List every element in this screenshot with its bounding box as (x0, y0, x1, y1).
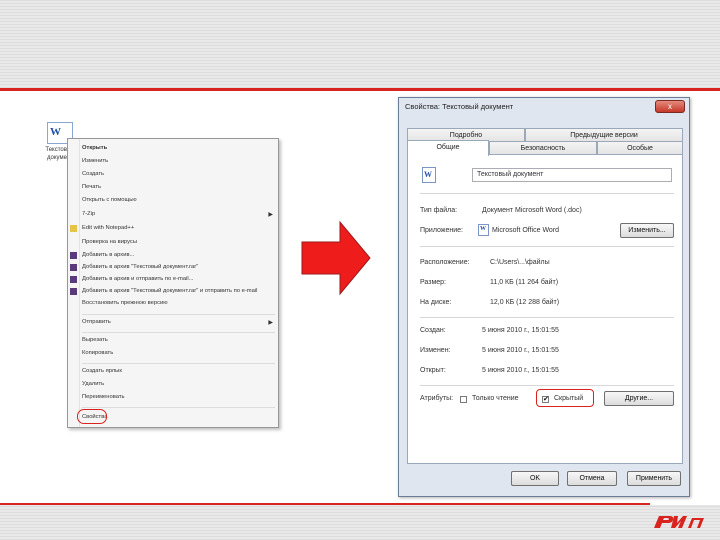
location-label: Расположение: (420, 259, 470, 266)
readonly-label: Только чтение (472, 395, 519, 402)
tab-custom[interactable]: Особые (597, 141, 683, 155)
apply-button[interactable]: Применить (627, 471, 681, 486)
tab-previous-versions[interactable]: Предыдущие версии (525, 128, 683, 142)
dialog-title: Свойства: Текстовый документ (405, 102, 514, 111)
file-name-input[interactable]: Текстовый документ (472, 168, 672, 182)
menu-item-virus-scan[interactable]: Проверка на вирусы (82, 239, 137, 245)
attributes-label: Атрибуты: (420, 395, 454, 402)
menu-item-rename[interactable]: Переименовать (82, 394, 125, 400)
submenu-arrow-icon: ▶ (268, 320, 273, 326)
menu-item-send-to[interactable]: Отправить (82, 319, 111, 325)
menu-separator (82, 363, 275, 364)
menu-item-cut[interactable]: Вырезать (82, 337, 108, 343)
winrar-icon (70, 288, 77, 295)
menu-separator (82, 332, 275, 333)
menu-item-add-archive-named[interactable]: Добавить в архив "Текстовый документ.rar… (82, 264, 198, 270)
readonly-checkbox[interactable] (460, 396, 467, 403)
winrar-icon (70, 264, 77, 271)
size-label: Размер: (420, 279, 447, 286)
close-button[interactable]: x (655, 100, 685, 113)
menu-separator (82, 314, 275, 315)
menu-item-restore-version[interactable]: Восстановить прежнюю версию (82, 300, 168, 306)
hidden-label: Скрытый (554, 395, 584, 402)
hidden-checkbox[interactable]: ✔ (542, 396, 549, 403)
menu-item-edit[interactable]: Изменить (82, 158, 108, 164)
menu-item-copy[interactable]: Копировать (82, 350, 113, 356)
divider (420, 317, 674, 318)
slide-top-rule (0, 88, 720, 91)
type-value: Документ Microsoft Word (.doc) (482, 207, 582, 214)
red-arrow-icon (301, 220, 371, 296)
divider (420, 246, 674, 247)
menu-item-add-archive[interactable]: Добавить в архив... (82, 252, 134, 258)
app-label: Приложение: (420, 227, 464, 234)
menu-item-create-shortcut[interactable]: Создать ярлык (82, 368, 122, 374)
slide-top-band (0, 0, 720, 88)
menu-item-open[interactable]: Открыть (82, 145, 107, 151)
submenu-arrow-icon: ▶ (268, 212, 273, 218)
menu-item-delete[interactable]: Удалить (82, 381, 104, 387)
location-value: C:\Users\...\файлы (490, 259, 550, 266)
properties-dialog: Свойства: Текстовый документ x Подробно … (398, 97, 690, 497)
notepad-icon (70, 225, 77, 232)
highlight-properties-oval (77, 409, 107, 424)
menu-item-edit-notepad[interactable]: Edit with Notepad++ (82, 225, 134, 231)
menu-item-7zip[interactable]: 7-Zip (82, 211, 95, 217)
other-attributes-button[interactable]: Другие... (604, 391, 674, 406)
menu-separator (82, 407, 275, 408)
opened-value: 5 июня 2010 г., 15:01:55 (482, 367, 559, 374)
cancel-button[interactable]: Отмена (567, 471, 617, 486)
type-label: Тип файла: (420, 207, 458, 214)
divider (420, 385, 674, 386)
winrar-icon (70, 276, 77, 283)
disk-size-value: 12,0 КБ (12 288 байт) (490, 299, 560, 306)
menu-item-new[interactable]: Создать (82, 171, 104, 177)
word-app-icon: W (478, 224, 489, 236)
created-value: 5 июня 2010 г., 15:01:55 (482, 327, 559, 334)
menu-item-open-with[interactable]: Открыть с помощью (82, 197, 137, 203)
slide-bottom-band (0, 505, 720, 540)
change-app-button[interactable]: Изменить... (620, 223, 674, 238)
disk-size-label: На диске: (420, 299, 452, 306)
ok-button[interactable]: OK (511, 471, 559, 486)
app-value: Microsoft Office Word (492, 227, 560, 234)
opened-label: Открыт: (420, 367, 446, 374)
created-label: Создан: (420, 327, 446, 334)
modified-value: 5 июня 2010 г., 15:01:55 (482, 347, 559, 354)
menu-item-archive-named-email[interactable]: Добавить в архив "Текстовый документ.rar… (82, 288, 257, 294)
context-menu-gutter (68, 139, 80, 427)
general-tab-panel: W Текстовый документ Тип файла: Документ… (407, 154, 683, 464)
rzd-logo (654, 516, 704, 528)
size-value: 11,0 КБ (11 264 байт) (490, 279, 559, 286)
divider (420, 193, 674, 194)
winrar-icon (70, 252, 77, 259)
modified-label: Изменен: (420, 347, 451, 354)
menu-item-archive-email[interactable]: Добавить в архив и отправить по e-mail..… (82, 276, 194, 282)
word-document-icon: W (422, 167, 436, 183)
tab-security[interactable]: Безопасность (489, 141, 597, 155)
context-menu: Открыть Изменить Создать Печать Открыть … (67, 138, 279, 428)
menu-item-print[interactable]: Печать (82, 184, 101, 190)
tab-general[interactable]: Общие (407, 140, 489, 156)
